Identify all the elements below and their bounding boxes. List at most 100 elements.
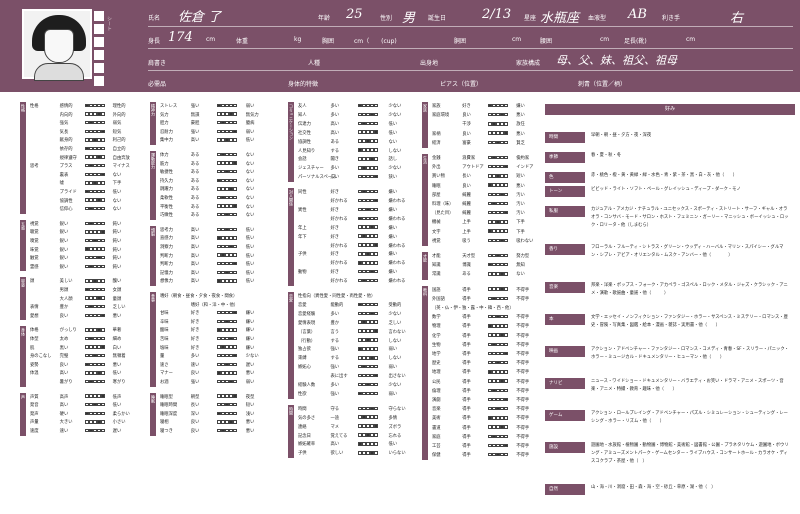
- scale-boxes[interactable]: [488, 433, 508, 442]
- checkbox[interactable]: [94, 76, 104, 86]
- scale-boxes[interactable]: [358, 259, 378, 268]
- scale-boxes[interactable]: [358, 242, 378, 251]
- scale-boxes[interactable]: [358, 345, 378, 354]
- scale-boxes[interactable]: [358, 215, 378, 224]
- scale-boxes[interactable]: [358, 363, 378, 372]
- preference-options[interactable]: 早朝・朝・昼・夕方・夜・深夜: [591, 132, 791, 140]
- scale-boxes[interactable]: [488, 228, 508, 237]
- scale-boxes[interactable]: [358, 381, 378, 390]
- scale-boxes[interactable]: [358, 250, 378, 259]
- preference-options[interactable]: アクション・ロールプレイング・アドベンチャー・パズル・シミュレーション・シューテ…: [591, 410, 791, 426]
- scale-boxes[interactable]: [488, 350, 508, 359]
- scale-boxes[interactable]: [488, 237, 508, 246]
- scale-boxes[interactable]: [358, 120, 378, 129]
- scale-boxes[interactable]: [217, 378, 237, 387]
- scale-boxes[interactable]: [358, 372, 378, 381]
- scale-boxes[interactable]: [358, 233, 378, 242]
- scale-boxes[interactable]: [85, 263, 105, 272]
- scale-boxes[interactable]: [85, 312, 105, 321]
- preference-options[interactable]: 赤・桃色・橙・黄・黄緑・緑・水色・青・紫・茶・黒・白・灰・他（ ）: [591, 172, 791, 180]
- scale-boxes[interactable]: [358, 390, 378, 399]
- scale-boxes[interactable]: [488, 378, 508, 387]
- preference-options[interactable]: 春・夏・秋・冬: [591, 152, 791, 160]
- scale-boxes[interactable]: [358, 102, 378, 111]
- scale-boxes[interactable]: [358, 337, 378, 346]
- scale-boxes[interactable]: [488, 200, 508, 209]
- checkbox[interactable]: [94, 50, 104, 60]
- scale-boxes[interactable]: [85, 427, 105, 436]
- scale-boxes[interactable]: [358, 268, 378, 277]
- scale-boxes[interactable]: [488, 414, 508, 423]
- scale-boxes[interactable]: [358, 405, 378, 414]
- scale-boxes[interactable]: [358, 440, 378, 449]
- scale-boxes[interactable]: [488, 172, 508, 181]
- scale-boxes[interactable]: [358, 206, 378, 215]
- scale-boxes[interactable]: [488, 209, 508, 218]
- preference-options[interactable]: 文学・エッセイ・ノンフィクション・ファンタジー・ホラー・サスペンス・ミステリー・…: [591, 314, 791, 330]
- scale-boxes[interactable]: [488, 359, 508, 368]
- scale-boxes[interactable]: [488, 182, 508, 191]
- scale-boxes[interactable]: [488, 387, 508, 396]
- scale-boxes[interactable]: [488, 270, 508, 279]
- scale-boxes[interactable]: [488, 120, 508, 129]
- scale-boxes[interactable]: [358, 310, 378, 319]
- scale-boxes[interactable]: [358, 354, 378, 363]
- scale-boxes[interactable]: [488, 218, 508, 227]
- checkbox[interactable]: [94, 24, 104, 34]
- scale-boxes[interactable]: [488, 313, 508, 322]
- scale-boxes[interactable]: [488, 451, 508, 460]
- preference-options[interactable]: アクション・アドベンチャー・ファンタジー・ロマンス・コメディ・青春・SF・スリラ…: [591, 346, 791, 362]
- preference-options[interactable]: ニュース・ワイドショー・ドキュメンタリー・バラエティ・お笑い・ドラマ・アニメ・ス…: [591, 378, 791, 394]
- preference-options[interactable]: ビビッド・ライト・ソフト・ペール・グレイッシュ・ディープ・ダーク・モノ: [591, 186, 791, 194]
- scale-boxes[interactable]: [358, 147, 378, 156]
- scale-boxes[interactable]: [358, 414, 378, 423]
- preference-options[interactable]: 遊園地・水族館・植物園・動物園・博物館・美術館・図書館・公園・プラネタリウム・遊…: [591, 442, 791, 466]
- scale-boxes[interactable]: [488, 341, 508, 350]
- scale-boxes[interactable]: [358, 173, 378, 182]
- scale-boxes[interactable]: [488, 191, 508, 200]
- scale-boxes[interactable]: [488, 139, 508, 148]
- scale-boxes[interactable]: [488, 102, 508, 111]
- scale-boxes[interactable]: [358, 432, 378, 441]
- scale-boxes[interactable]: [85, 378, 105, 387]
- scale-boxes[interactable]: [488, 332, 508, 341]
- preference-options[interactable]: 邦楽・洋楽・ポップス・フォーク・アカペラ・ゴスペル・ロック・メタル・ジャズ・クラ…: [591, 282, 791, 298]
- scale-boxes[interactable]: [217, 136, 237, 145]
- scale-boxes[interactable]: [358, 319, 378, 328]
- scale-boxes[interactable]: [488, 286, 508, 295]
- scale-boxes[interactable]: [358, 277, 378, 286]
- scale-boxes[interactable]: [488, 424, 508, 433]
- scale-boxes[interactable]: [358, 164, 378, 173]
- scale-boxes[interactable]: [488, 111, 508, 120]
- checkbox[interactable]: [94, 63, 104, 73]
- scale-boxes[interactable]: [488, 396, 508, 405]
- scale-boxes[interactable]: [488, 154, 508, 163]
- scale-boxes[interactable]: [85, 205, 105, 214]
- scale-boxes[interactable]: [488, 130, 508, 139]
- scale-boxes[interactable]: [358, 328, 378, 337]
- scale-boxes[interactable]: [488, 442, 508, 451]
- scale-boxes[interactable]: [488, 163, 508, 172]
- scale-boxes[interactable]: [488, 368, 508, 377]
- checkbox[interactable]: [94, 11, 104, 21]
- scale-boxes[interactable]: [217, 211, 237, 220]
- checkbox[interactable]: [94, 37, 104, 47]
- scale-boxes[interactable]: [358, 111, 378, 120]
- scale-boxes[interactable]: [358, 138, 378, 147]
- scale-boxes[interactable]: [488, 252, 508, 261]
- scale-boxes[interactable]: [217, 277, 237, 286]
- scale-boxes[interactable]: [358, 449, 378, 458]
- scale-boxes[interactable]: [358, 301, 378, 310]
- scale-boxes[interactable]: [488, 295, 508, 304]
- scale-boxes[interactable]: [488, 261, 508, 270]
- scale-boxes[interactable]: [217, 427, 237, 436]
- scale-boxes[interactable]: [358, 423, 378, 432]
- scale-boxes[interactable]: [488, 405, 508, 414]
- preference-options[interactable]: カジュアル・アメカジ・ナチュラル・ユニセックス・スポーティ・ストリート・サーフ・…: [591, 206, 791, 230]
- scale-boxes[interactable]: [358, 224, 378, 233]
- preference-options[interactable]: 山・海・川・洞窟・田・森・海・空・砂丘・草原・湖・他（ ）: [591, 484, 791, 492]
- scale-boxes[interactable]: [358, 188, 378, 197]
- scale-boxes[interactable]: [358, 155, 378, 164]
- preference-options[interactable]: フローラル・フルーティ・シトラス・グリーン・ウッディ・ハーバル・マリン・スパイシ…: [591, 244, 791, 260]
- scale-boxes[interactable]: [358, 129, 378, 138]
